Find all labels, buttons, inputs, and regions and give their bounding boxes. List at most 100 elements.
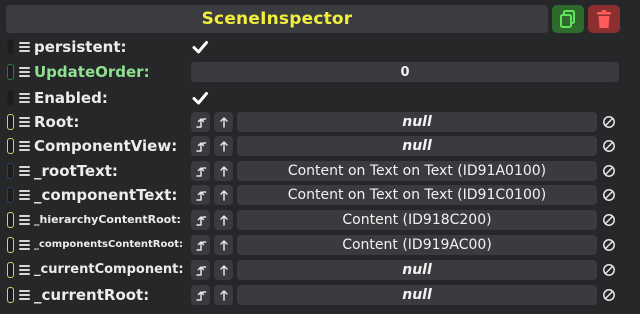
select-parent-button[interactable]	[214, 210, 233, 230]
drag-handle-icon[interactable]	[19, 166, 30, 176]
delete-button[interactable]	[588, 5, 620, 33]
arrow-up-icon	[219, 117, 228, 128]
inspector-header: SceneInspector	[6, 5, 548, 33]
field-label: _currentRoot:	[34, 286, 150, 304]
arrow-up-icon	[219, 190, 228, 201]
reference-field[interactable]: Content (ID919AC00)	[237, 235, 597, 255]
field-type-handle[interactable]	[7, 262, 14, 278]
field-label: Enabled:	[34, 89, 108, 107]
select-parent-button[interactable]	[214, 235, 233, 255]
clear-null-icon	[603, 140, 615, 152]
jump-to-button[interactable]	[191, 112, 210, 132]
jump-to-button[interactable]	[191, 285, 210, 305]
drag-handle-icon[interactable]	[19, 93, 30, 103]
field-type-handle[interactable]	[7, 90, 14, 106]
jump-to-icon	[195, 142, 206, 152]
reference-field[interactable]: null	[237, 136, 597, 156]
reference-value: null	[402, 114, 432, 130]
jump-to-button[interactable]	[191, 185, 210, 205]
jump-to-icon	[195, 216, 206, 226]
select-parent-button[interactable]	[214, 112, 233, 132]
number-value: 0	[400, 64, 410, 80]
jump-to-button[interactable]	[191, 235, 210, 255]
reference-value: Content on Text on Text (ID91C0100)	[287, 187, 547, 203]
reference-field[interactable]: Content on Text on Text (ID91C0100)	[237, 185, 597, 205]
clear-null-icon	[603, 165, 615, 177]
field-type-handle[interactable]	[7, 114, 14, 130]
clear-reference-button[interactable]	[600, 286, 618, 304]
jump-to-icon	[195, 191, 206, 201]
duplicate-button[interactable]	[552, 5, 584, 33]
reference-field[interactable]: Content (ID918C200)	[237, 210, 597, 230]
field-row-component-view: ComponentView: null	[0, 134, 640, 158]
jump-to-button[interactable]	[191, 136, 210, 156]
jump-to-icon	[195, 291, 206, 301]
select-parent-button[interactable]	[214, 161, 233, 181]
drag-handle-icon[interactable]	[19, 265, 30, 275]
field-label: UpdateOrder:	[34, 63, 150, 81]
clear-null-icon	[603, 189, 615, 201]
jump-to-icon	[195, 266, 206, 276]
jump-to-button[interactable]	[191, 210, 210, 230]
clear-reference-button[interactable]	[600, 261, 618, 279]
field-type-handle[interactable]	[7, 212, 14, 228]
reference-field[interactable]: null	[237, 112, 597, 132]
field-row-component-text: _componentText: Content on Text on Text (…	[0, 183, 640, 207]
reference-field[interactable]: null	[237, 285, 597, 305]
clear-reference-button[interactable]	[600, 186, 618, 204]
clear-null-icon	[603, 116, 615, 128]
field-row-persistent: persistent:	[0, 35, 640, 59]
field-label: Root:	[34, 113, 80, 131]
jump-to-icon	[195, 167, 206, 177]
clear-reference-button[interactable]	[600, 137, 618, 155]
reference-value: null	[402, 262, 432, 278]
field-label: _componentText:	[34, 186, 178, 204]
drag-handle-icon[interactable]	[19, 190, 30, 200]
arrow-up-icon	[219, 240, 228, 251]
field-row-current-root: _currentRoot: null	[0, 283, 640, 307]
arrow-up-icon	[219, 166, 228, 177]
number-input[interactable]: 0	[191, 62, 619, 82]
checkbox[interactable]	[191, 38, 209, 56]
reference-field[interactable]: null	[237, 260, 597, 280]
drag-handle-icon[interactable]	[19, 67, 30, 77]
select-parent-button[interactable]	[214, 260, 233, 280]
field-type-handle[interactable]	[7, 138, 14, 154]
checkbox[interactable]	[191, 89, 209, 107]
clear-reference-button[interactable]	[600, 211, 618, 229]
field-type-handle[interactable]	[7, 163, 14, 179]
jump-to-button[interactable]	[191, 260, 210, 280]
field-row-enabled: Enabled:	[0, 86, 640, 110]
select-parent-button[interactable]	[214, 285, 233, 305]
drag-handle-icon[interactable]	[19, 42, 30, 52]
copy-icon	[560, 10, 575, 28]
field-row-hierarchy-content-root: _hierarchyContentRoot: Content (ID918C200…	[0, 208, 640, 232]
drag-handle-icon[interactable]	[19, 117, 30, 127]
clear-reference-button[interactable]	[600, 113, 618, 131]
clear-reference-button[interactable]	[600, 162, 618, 180]
field-row-current-component: _currentComponent: null	[0, 258, 640, 282]
jump-to-icon	[195, 118, 206, 128]
field-row-root: Root: null	[0, 110, 640, 134]
field-row-root-text: _rootText: Content on Text on Text (ID91A…	[0, 159, 640, 183]
drag-handle-icon[interactable]	[19, 215, 30, 225]
clear-null-icon	[603, 239, 615, 251]
drag-handle-icon[interactable]	[19, 141, 30, 151]
field-type-handle[interactable]	[7, 237, 14, 253]
drag-handle-icon[interactable]	[19, 240, 30, 250]
field-type-handle[interactable]	[7, 287, 14, 303]
reference-field[interactable]: Content on Text on Text (ID91A0100)	[237, 161, 597, 181]
reference-value: Content on Text on Text (ID91A0100)	[287, 163, 547, 179]
jump-to-button[interactable]	[191, 161, 210, 181]
reference-value: null	[402, 287, 432, 303]
field-label: _currentComponent:	[34, 262, 184, 277]
select-parent-button[interactable]	[214, 185, 233, 205]
clear-reference-button[interactable]	[600, 236, 618, 254]
field-type-handle[interactable]	[7, 187, 14, 203]
drag-handle-icon[interactable]	[19, 290, 30, 300]
field-type-handle[interactable]	[7, 39, 14, 55]
arrow-up-icon	[219, 290, 228, 301]
field-type-handle[interactable]	[7, 64, 14, 80]
checkmark-icon	[192, 92, 208, 105]
select-parent-button[interactable]	[214, 136, 233, 156]
